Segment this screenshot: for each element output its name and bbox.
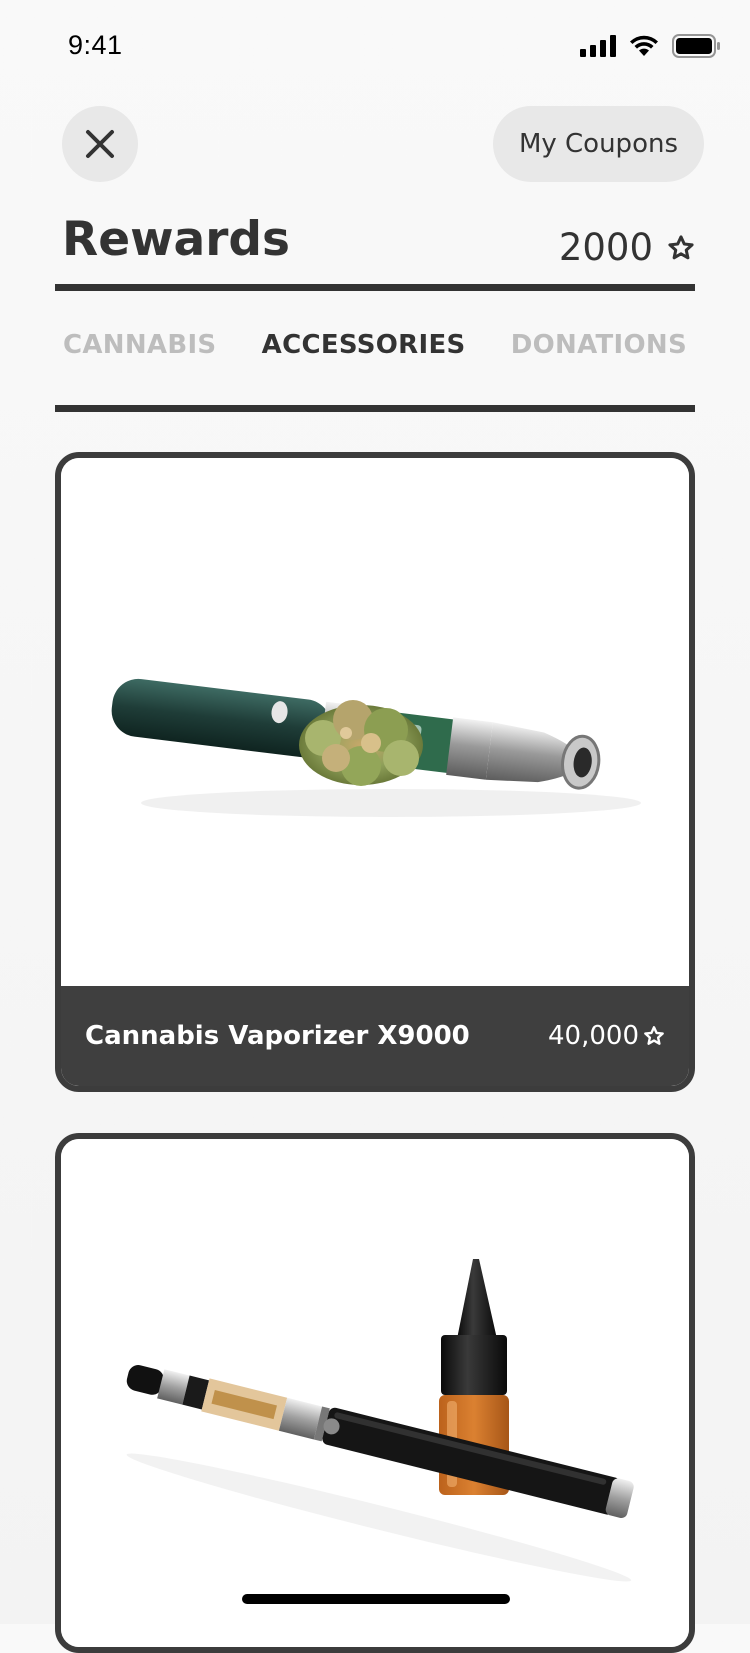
close-button[interactable]	[62, 106, 138, 182]
reward-name: Cannabis Vaporizer X9000	[85, 1021, 470, 1051]
tab-cannabis[interactable]: CANNABIS	[55, 330, 224, 370]
title-row: Rewards 2000	[62, 212, 695, 272]
close-icon	[86, 130, 114, 158]
reward-card[interactable]: Cannabis Vaporizer X9000 40,000	[55, 452, 695, 1092]
status-bar: 9:41	[0, 0, 750, 96]
my-coupons-button[interactable]: My Coupons	[492, 106, 704, 182]
points-value: 2000	[558, 226, 653, 269]
vape-pen-image	[111, 678, 641, 817]
wifi-icon	[630, 35, 658, 56]
reward-card[interactable]	[55, 1133, 695, 1653]
product-image	[61, 1139, 689, 1647]
reward-price-value: 40,000	[548, 1021, 639, 1051]
e-cigarette	[126, 1365, 634, 1582]
reward-card-footer: Cannabis Vaporizer X9000 40,000	[61, 986, 689, 1086]
reward-price: 40,000	[548, 1021, 665, 1051]
product-image	[61, 458, 689, 986]
status-time: 9:41	[68, 30, 123, 60]
tab-accessories[interactable]: ACCESSORIES	[254, 330, 474, 370]
title-divider	[55, 284, 695, 291]
e-cigarette-image	[126, 1259, 634, 1582]
tabs-divider	[55, 405, 695, 412]
star-outline-icon	[644, 1026, 664, 1045]
home-indicator	[242, 1594, 510, 1604]
signal-icon	[580, 35, 616, 57]
star-outline-icon	[668, 234, 694, 259]
page-title: Rewards	[62, 212, 291, 267]
points-balance: 2000	[559, 226, 695, 269]
tab-donations[interactable]: DONATIONS	[503, 330, 695, 370]
category-tabs: CANNABIS ACCESSORIES DONATIONS	[55, 330, 695, 370]
status-icons	[580, 34, 720, 58]
battery-icon	[672, 34, 720, 58]
